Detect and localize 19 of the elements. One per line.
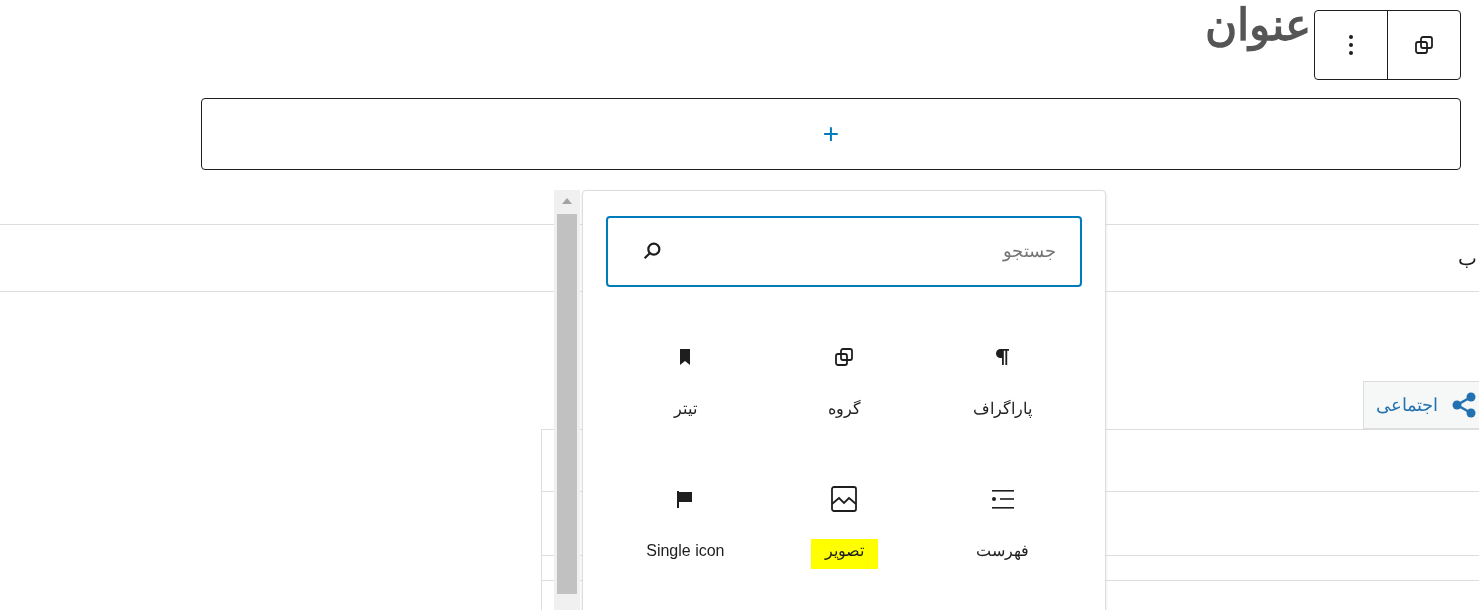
search-icon: [641, 240, 663, 262]
block-item[interactable]: گروه: [764, 327, 924, 437]
squares-icon: [832, 345, 856, 369]
squares-icon: [1412, 33, 1436, 57]
scrollbar-thumb[interactable]: [557, 214, 577, 594]
add-block-button[interactable]: +: [201, 98, 1461, 170]
scroll-up-icon: [562, 198, 572, 204]
block-item[interactable]: فهرست: [923, 469, 1082, 579]
share-icon: [1452, 392, 1476, 418]
image-icon: [830, 485, 858, 513]
block-item[interactable]: پاراگراف: [923, 327, 1082, 437]
search-field[interactable]: جستجو: [606, 216, 1082, 287]
block-item[interactable]: تیتر: [606, 327, 765, 437]
dots-icon: [1349, 34, 1353, 56]
tab-label[interactable]: ب: [1458, 243, 1477, 273]
post-title: عنوان: [1205, 0, 1311, 50]
social-tab[interactable]: اجتماعی: [1363, 381, 1479, 429]
block-item[interactable]: تصویر: [764, 469, 924, 579]
block-item[interactable]: Single icon: [606, 469, 765, 579]
